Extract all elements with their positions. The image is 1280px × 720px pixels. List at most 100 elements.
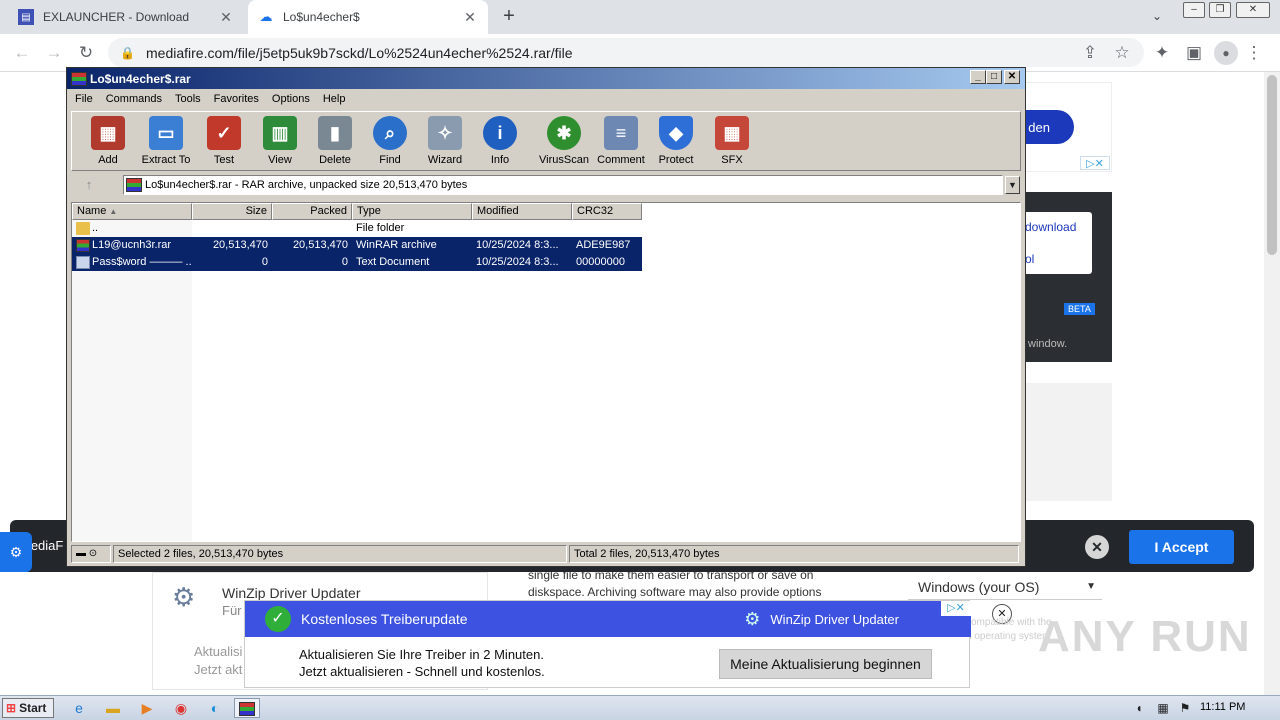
tool-label: Wizard — [427, 154, 463, 166]
chevron-down-icon[interactable]: ▼ — [1005, 176, 1020, 194]
chrome-icon[interactable]: ◉ — [168, 698, 194, 718]
chevron-down-icon: ▼ — [1086, 581, 1096, 592]
add-button[interactable]: ▦ Add — [80, 116, 136, 170]
view-button[interactable]: ▥ View — [252, 116, 308, 170]
url-text[interactable]: mediafire.com/file/j5etp5uk9b7sckd/Lo%25… — [146, 45, 572, 61]
delete-button[interactable]: ▮ Delete — [307, 116, 363, 170]
drive-icon[interactable]: ▬ ⊙ — [71, 545, 111, 563]
up-folder-icon[interactable]: ↑ — [79, 177, 99, 193]
new-tab-button[interactable]: + — [498, 5, 520, 27]
table-row[interactable]: Pass$word ——— ... 0 0 Text Document 10/2… — [72, 254, 1020, 271]
tool-label: Protect — [658, 154, 694, 166]
cell-type: File folder — [356, 222, 405, 234]
column-modified[interactable]: Modified — [472, 203, 572, 220]
column-name[interactable]: Name ▲ — [72, 203, 192, 220]
winrar-title: Lo$un4echer$.rar — [90, 71, 191, 86]
beta-badge: BETA — [1064, 303, 1095, 315]
profile-avatar-icon[interactable]: ● — [1214, 41, 1238, 65]
close-icon[interactable]: ✕ — [1004, 70, 1020, 84]
close-consent-icon[interactable]: ✕ — [1085, 535, 1109, 559]
virusscan-button[interactable]: ✱ VirusScan — [536, 116, 592, 170]
cell-crc — [572, 220, 642, 237]
download-link[interactable]: download — [1025, 220, 1076, 234]
ad-choices-icon[interactable]: ▷✕ — [941, 601, 971, 616]
address-bar[interactable]: 🔒 mediafire.com/file/j5etp5uk9b7sckd/Lo%… — [108, 38, 1144, 67]
sfx-box-icon: ▦ — [715, 116, 749, 150]
driver-update-ad[interactable]: ✓ Kostenloses Treiberupdate ⚙ WinZip Dri… — [244, 600, 971, 688]
tab-search-icon[interactable]: ⌄ — [1152, 9, 1162, 23]
tool-label: Comment — [597, 154, 645, 166]
winrar-taskbar-icon[interactable] — [234, 698, 260, 718]
winrar-toolbar: ▦ Add ▭ Extract To ✓ Test ▥ View ▮ Delete ⌕ Fi… — [71, 111, 1021, 171]
left-text-1: Aktualisi — [194, 644, 243, 659]
table-row[interactable]: .. File folder — [72, 220, 1020, 237]
menu-tools[interactable]: Tools — [175, 93, 201, 105]
tool-label: Add — [98, 154, 118, 166]
minimize-icon[interactable]: – — [1183, 2, 1205, 18]
share-icon[interactable]: ⇪ — [1080, 43, 1100, 63]
winrar-window: Lo$un4echer$.rar _ □ ✕ File Commands Too… — [66, 67, 1026, 567]
comment-icon: ≡ — [604, 116, 638, 150]
comment-button[interactable]: ≡ Comment — [593, 116, 649, 170]
minimize-icon[interactable]: _ — [970, 70, 986, 84]
extensions-icon[interactable]: ✦ — [1152, 43, 1172, 63]
extract-to-button[interactable]: ▭ Extract To — [138, 116, 194, 170]
test-button[interactable]: ✓ Test — [196, 116, 252, 170]
column-label: Name — [77, 205, 107, 217]
flag-icon[interactable]: ⚑ — [1172, 698, 1198, 718]
cell-crc: 00000000 — [572, 254, 642, 271]
settings-gear-icon[interactable]: ⚙ — [0, 532, 32, 572]
sidebar-icon[interactable]: ▣ — [1184, 43, 1204, 63]
column-size[interactable]: Size — [192, 203, 272, 220]
tab-exlauncher[interactable]: ▤ EXLAUNCHER - Download ✕ — [8, 0, 244, 34]
close-window-icon[interactable]: ✕ — [1236, 2, 1270, 18]
path-field[interactable]: Lo$un4echer$.rar - RAR archive, unpacked… — [123, 175, 1003, 195]
book-view-icon: ▥ — [263, 116, 297, 150]
menu-icon[interactable]: ⋮ — [1244, 43, 1264, 63]
bookmark-star-icon[interactable]: ☆ — [1112, 43, 1132, 63]
back-icon[interactable]: ← — [12, 43, 32, 63]
menu-commands[interactable]: Commands — [106, 93, 162, 105]
menu-favorites[interactable]: Favorites — [214, 93, 259, 105]
media-player-icon[interactable]: ▶ — [134, 698, 160, 718]
column-crc32[interactable]: CRC32 — [572, 203, 642, 220]
column-type[interactable]: Type — [352, 203, 472, 220]
ad-choices-icon[interactable]: ▷✕ — [1080, 156, 1110, 170]
menu-file[interactable]: File — [75, 93, 93, 105]
tab-lounecher[interactable]: ☁ Lo$un4echer$ ✕ — [248, 0, 488, 34]
volume-icon[interactable]: ◖ — [1126, 698, 1152, 718]
close-tab-icon[interactable]: ✕ — [218, 9, 234, 26]
column-packed[interactable]: Packed — [272, 203, 352, 220]
forward-icon[interactable]: → — [44, 43, 64, 63]
scrollbar-thumb[interactable] — [1267, 75, 1277, 255]
ad-line-2: Jetzt aktualisieren - Schnell und kosten… — [299, 664, 545, 679]
ie-icon[interactable]: e — [66, 698, 92, 718]
maximize-icon[interactable]: □ — [986, 70, 1002, 84]
tool-link[interactable]: ol — [1025, 252, 1034, 266]
edge-icon[interactable]: ◐ — [202, 698, 228, 718]
accept-button[interactable]: I Accept — [1129, 530, 1234, 564]
cell-crc: ADE9E987 — [572, 237, 642, 254]
file-list-header: Name ▲ Size Packed Type Modified CRC32 — [72, 203, 1020, 220]
reload-icon[interactable]: ↻ — [76, 43, 96, 63]
start-button[interactable]: ⊞ Start — [2, 698, 54, 718]
find-button[interactable]: ⌕ Find — [362, 116, 418, 170]
menu-options[interactable]: Options — [272, 93, 310, 105]
close-tab-icon[interactable]: ✕ — [462, 9, 478, 26]
clock[interactable]: 11:11 PM — [1200, 701, 1245, 713]
info-button[interactable]: i Info — [472, 116, 528, 170]
table-row[interactable]: L19@ucnh3r.rar 20,513,470 20,513,470 Win… — [72, 237, 1020, 254]
os-select[interactable]: Windows (your OS) ▼ — [908, 574, 1102, 600]
status-right: Total 2 files, 20,513,470 bytes — [569, 545, 1019, 563]
text-file-icon — [76, 255, 90, 269]
explorer-folder-icon[interactable]: ▬ — [100, 698, 126, 718]
sfx-button[interactable]: ▦ SFX — [704, 116, 760, 170]
ad-cta-button[interactable]: Meine Aktualisierung beginnen — [719, 649, 932, 679]
winrar-titlebar[interactable]: Lo$un4echer$.rar — [67, 68, 1025, 89]
restore-icon[interactable]: ❐ — [1209, 2, 1231, 18]
menu-help[interactable]: Help — [323, 93, 346, 105]
wizard-button[interactable]: ✧ Wizard — [417, 116, 473, 170]
winzip-title[interactable]: WinZip Driver Updater — [222, 585, 360, 601]
protect-button[interactable]: ◆ Protect — [648, 116, 704, 170]
folder-extract-icon: ▭ — [149, 116, 183, 150]
